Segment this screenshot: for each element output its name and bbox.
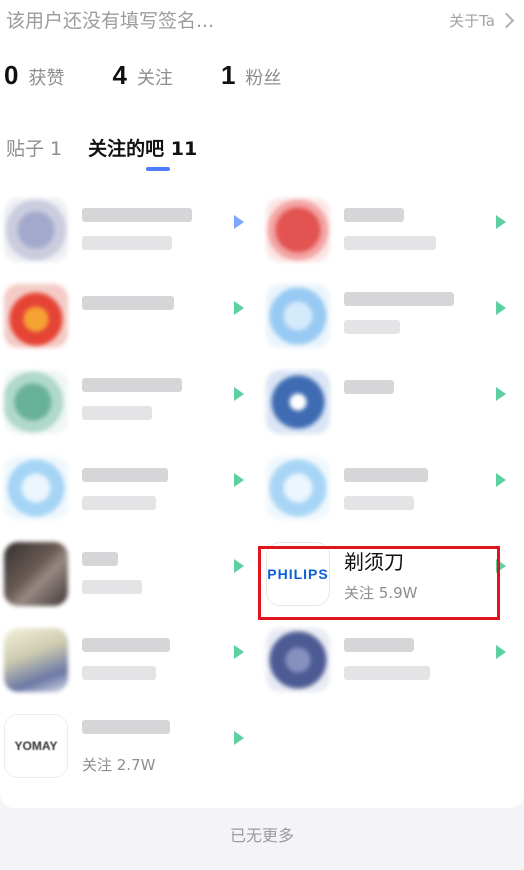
blurred-follow — [344, 666, 430, 680]
blurred-name — [82, 208, 192, 222]
enter-forum-icon[interactable] — [230, 638, 252, 666]
forum-item[interactable] — [262, 272, 524, 358]
forum-item[interactable]: YOMAY 关注 2.7W — [0, 702, 262, 788]
enter-forum-icon[interactable] — [492, 638, 514, 666]
blurred-follow — [82, 236, 172, 250]
stat-likes[interactable]: 0 获赞 — [4, 60, 64, 91]
blurred-follow — [82, 496, 156, 510]
stat-following[interactable]: 4 关注 — [112, 60, 172, 91]
forum-avatar — [4, 370, 68, 434]
profile-stats: 0 获赞 4 关注 1 粉丝 — [4, 60, 329, 91]
blurred-name — [344, 468, 428, 482]
enter-forum-icon[interactable] — [492, 208, 514, 236]
forum-follow-count: 关注 2.7W — [82, 756, 156, 774]
blurred-name — [344, 292, 454, 306]
forum-avatar — [4, 628, 68, 692]
blurred-follow — [82, 580, 142, 594]
forum-avatar — [266, 198, 330, 262]
blurred-follow — [82, 666, 156, 680]
stat-value: 4 — [112, 60, 127, 90]
forum-item[interactable] — [262, 616, 524, 702]
enter-forum-icon[interactable] — [230, 724, 252, 752]
enter-forum-icon[interactable] — [230, 552, 252, 580]
blurred-follow — [82, 406, 152, 420]
profile-tabs: 贴子 1 关注的吧 11 — [6, 134, 223, 161]
forum-avatar — [266, 456, 330, 520]
enter-forum-icon[interactable] — [492, 466, 514, 494]
forum-avatar — [4, 284, 68, 348]
forum-item[interactable] — [262, 444, 524, 530]
enter-forum-icon[interactable] — [492, 380, 514, 408]
forum-avatar — [266, 628, 330, 692]
forum-item[interactable] — [0, 186, 262, 272]
enter-forum-icon[interactable] — [230, 294, 252, 322]
forum-item[interactable] — [0, 616, 262, 702]
stat-followers[interactable]: 1 粉丝 — [221, 60, 281, 91]
forum-grid: PHILIPS 剃须刀 关注 5.9W YOMAY 关注 2.7W — [0, 176, 524, 808]
forum-avatar — [4, 542, 68, 606]
about-label: 关于Ta — [449, 12, 495, 30]
forum-avatar: YOMAY — [4, 714, 68, 778]
forum-avatar — [266, 370, 330, 434]
forum-avatar — [4, 456, 68, 520]
tab-posts[interactable]: 贴子 1 — [6, 134, 62, 161]
blurred-name — [344, 638, 414, 652]
enter-forum-icon[interactable] — [230, 380, 252, 408]
stat-label: 关注 — [136, 68, 173, 89]
stat-value: 0 — [4, 60, 19, 90]
enter-forum-icon[interactable] — [230, 466, 252, 494]
no-more-text: 已无更多 — [229, 826, 294, 845]
forum-item[interactable] — [0, 358, 262, 444]
blurred-name — [82, 378, 182, 392]
forum-item[interactable] — [262, 358, 524, 444]
enter-forum-icon[interactable] — [492, 294, 514, 322]
stat-label: 获赞 — [28, 68, 65, 89]
stat-label: 粉丝 — [245, 68, 282, 89]
forum-avatar — [266, 284, 330, 348]
blurred-name — [344, 380, 394, 394]
blurred-follow — [344, 320, 400, 334]
blurred-name — [82, 468, 168, 482]
chevron-right-icon — [498, 12, 515, 29]
blurred-name — [82, 720, 170, 734]
blurred-name — [82, 296, 174, 310]
stat-value: 1 — [220, 60, 236, 90]
blurred-follow — [344, 236, 436, 250]
forum-item[interactable] — [0, 444, 262, 530]
tab-followed-forums[interactable]: 关注的吧 11 — [88, 134, 197, 161]
blurred-name — [82, 638, 170, 652]
forum-item[interactable] — [0, 272, 262, 358]
forum-avatar — [4, 198, 68, 262]
forum-item[interactable] — [0, 530, 262, 616]
active-tab-indicator — [146, 167, 170, 171]
enter-forum-icon[interactable] — [230, 208, 252, 236]
highlight-box — [258, 546, 500, 620]
profile-header: 该用户还没有填写签名... 关于Ta — [0, 0, 524, 44]
forum-item[interactable] — [262, 186, 524, 272]
logo-text: YOMAY — [14, 739, 58, 753]
blurred-name — [344, 208, 404, 222]
profile-signature: 该用户还没有填写签名... — [6, 10, 215, 32]
blurred-name — [82, 552, 118, 566]
blurred-follow — [344, 496, 414, 510]
about-link[interactable]: 关于Ta — [449, 10, 515, 31]
